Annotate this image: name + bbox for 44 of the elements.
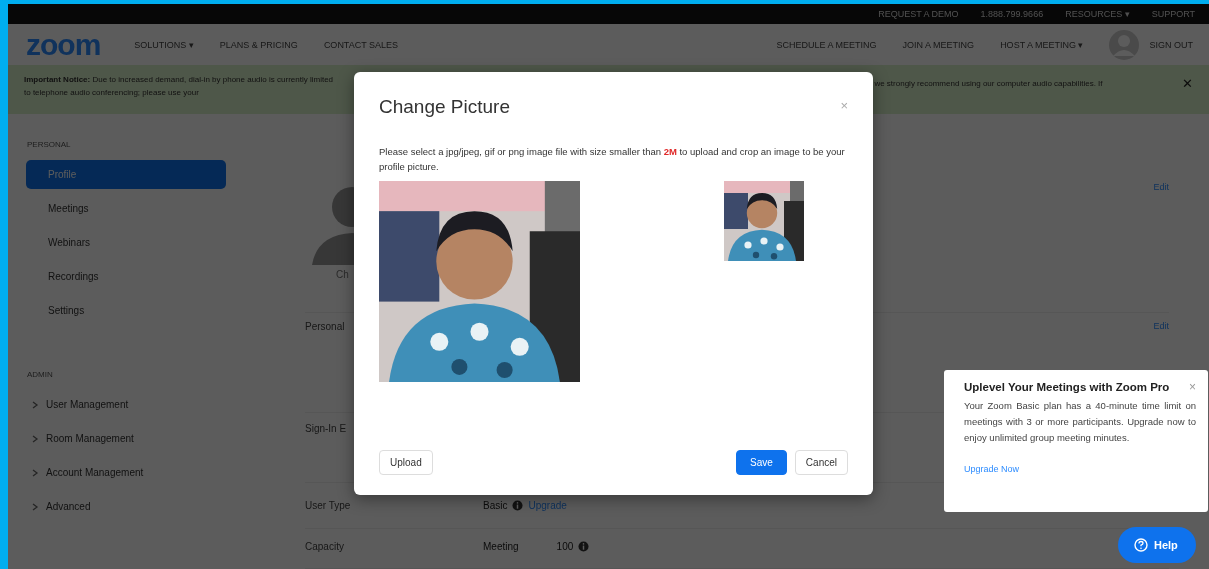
section-heading: PERSONAL [27,140,71,149]
dialog-title: Change Picture [379,96,510,118]
help-button[interactable]: Help [1118,527,1196,563]
field-label: Capacity [305,541,345,552]
sidebar-item[interactable]: Webinars [26,228,226,257]
capacity-value: 100 [556,541,574,552]
cancel-button[interactable]: Cancel [794,450,848,475]
sidebar-item[interactable]: Settings [26,296,226,325]
sidebar-item[interactable]: Meetings [26,194,226,223]
user-type-value: Basic [483,500,508,511]
help-icon [1134,538,1148,552]
close-button[interactable]: ✕ [1180,73,1195,94]
upload-button[interactable]: Upload [379,450,433,475]
sidebar-item[interactable]: Advanced [26,492,226,521]
top-link[interactable]: RESOURCES ▾ [1065,9,1130,20]
save-button[interactable]: Save [736,450,787,475]
info-icon [578,541,590,552]
popup-text: Your Zoom Basic plan has a 40-minute time limit on meetings with 3 or more participants. Upgrade now to enjoy unlimited group meeting minutes. [964,399,1196,445]
top-link[interactable]: SUPPORT [1151,9,1195,20]
sidebar-item[interactable]: Recordings [26,262,226,291]
close-button[interactable]: × [1189,380,1196,394]
zoom-logo[interactable]: zoom [26,27,101,62]
sidebar-item[interactable]: User Management [26,390,226,419]
close-button[interactable]: × [840,96,848,114]
sidebar-item[interactable]: Account Management [26,458,226,487]
field-label: User Type [305,500,352,511]
nav-link[interactable]: CONTACT SALES [323,39,399,50]
top-link[interactable]: 1.888.799.9666 [980,9,1044,20]
upgrade-link[interactable]: Upgrade [528,500,567,511]
instruction-text: Please select a jpg/jpeg, gif or png image file with size smaller than 2M to upload and crop an image to be your profile picture. [379,145,846,174]
section-heading: ADMIN [27,370,53,379]
info-icon [512,500,524,511]
field-label: Personal [305,321,346,332]
edit-link[interactable]: Edit [1153,182,1169,194]
popup-title: Uplevel Your Meetings with Zoom Pro [964,381,1170,393]
upgrade-link[interactable]: Upgrade Now [964,464,1020,474]
edit-link[interactable]: Edit [1153,321,1169,333]
field-label: Sign-In E [305,423,348,434]
nav-link[interactable]: SOLUTIONS ▾ [134,39,194,50]
sidebar-item[interactable]: Profile [26,160,226,189]
sign-out-link[interactable]: SIGN OUT [1149,39,1193,50]
sidebar-item[interactable]: Room Management [26,424,226,453]
capacity-name: Meeting [483,541,519,552]
nav-link[interactable]: PLANS & PRICING [219,39,298,50]
